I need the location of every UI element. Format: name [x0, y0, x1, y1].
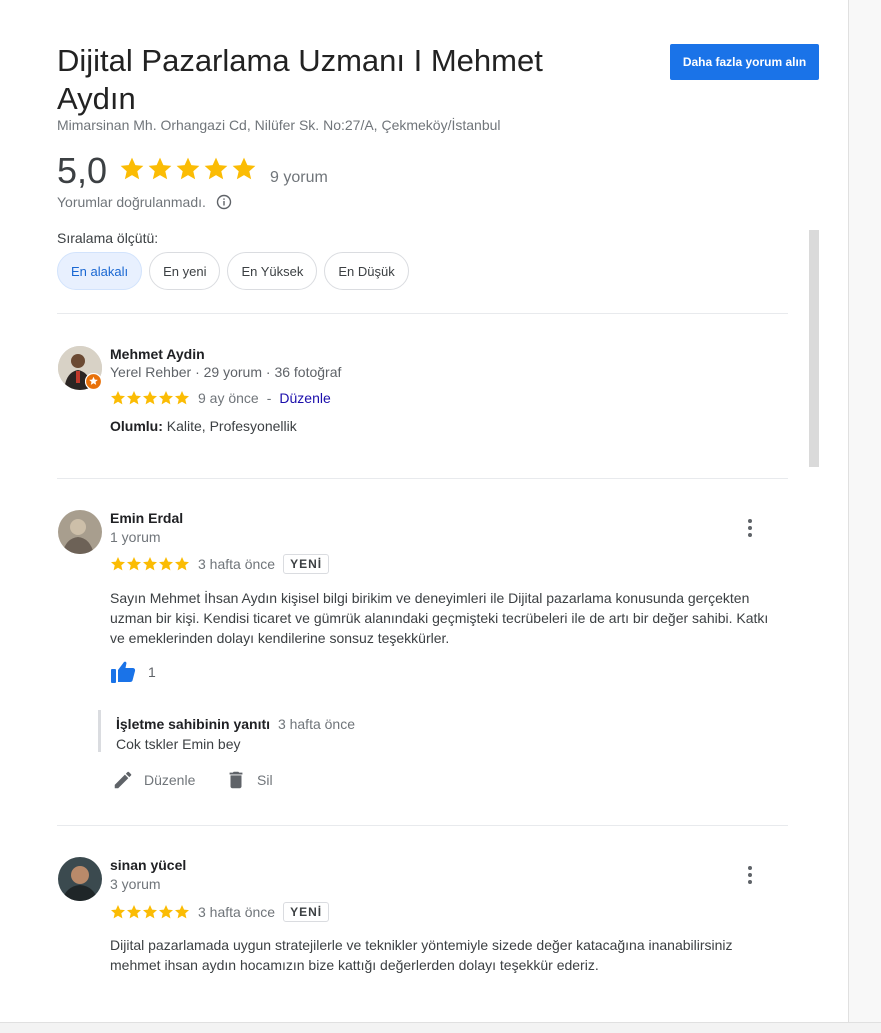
star-icon — [111, 557, 125, 571]
star-icon — [127, 905, 141, 919]
star-icon — [175, 905, 189, 919]
new-badge: YENİ — [283, 902, 330, 922]
star-icon — [159, 391, 173, 405]
like-count: 1 — [148, 664, 156, 680]
review-rating-row: 3 hafta önce YENİ — [110, 554, 330, 574]
review-text: Dijital pazarlamada uygun stratejilerle … — [110, 937, 733, 973]
review-time: 3 hafta önce — [198, 556, 276, 572]
star-icon — [143, 905, 157, 919]
positive-label: Olumlu: — [110, 418, 163, 434]
sort-chip-lowest[interactable]: En Düşük — [324, 252, 409, 290]
review-time: 9 ay önce — [198, 390, 259, 406]
star-icon — [143, 391, 157, 405]
star-icon — [204, 157, 228, 180]
review-time: 3 hafta önce — [198, 904, 276, 920]
info-icon[interactable] — [216, 194, 232, 210]
star-icon — [148, 157, 172, 180]
reviewer-meta: 3 yorum — [110, 876, 161, 892]
positive-value: Kalite, Profesyonellik — [166, 418, 297, 434]
sort-chip-highest[interactable]: En Yüksek — [227, 252, 318, 290]
more-options-icon[interactable] — [740, 516, 760, 540]
review-stars — [110, 904, 190, 920]
review-stars — [110, 390, 190, 406]
review-text: Sayın Mehmet İhsan Aydın kişisel bilgi b… — [110, 590, 769, 646]
star-icon — [111, 391, 125, 405]
avatar[interactable] — [58, 857, 102, 901]
divider — [57, 478, 788, 479]
unverified-text: Yorumlar doğrulanmadı. — [57, 194, 206, 210]
business-address: Mimarsinan Mh. Orhangazi Cd, Nilüfer Sk.… — [57, 117, 501, 133]
rating-score: 5,0 — [57, 150, 108, 191]
owner-reply: İşletme sahibinin yanıtı 3 hafta önce Co… — [98, 710, 516, 752]
unverified-notice: Yorumlar doğrulanmadı. — [57, 194, 232, 210]
reviewer-name[interactable]: sinan yücel — [110, 857, 186, 873]
get-more-reviews-button[interactable]: Daha fazla yorum alın — [670, 44, 819, 80]
star-icon — [120, 157, 144, 180]
review-rating-row: 3 hafta önce YENİ — [110, 902, 330, 922]
star-icon — [175, 557, 189, 571]
owner-reply-text: Cok tskler Emin bey — [116, 736, 241, 752]
window-edge — [848, 0, 881, 1032]
rating-stars — [119, 156, 257, 182]
sort-label: Sıralama ölçütü: — [57, 230, 159, 246]
star-icon — [127, 557, 141, 571]
star-icon — [232, 157, 256, 180]
avatar-photo — [58, 510, 102, 554]
reviewer-name[interactable]: Emin Erdal — [110, 510, 183, 526]
separator: - — [266, 390, 272, 406]
pencil-icon — [114, 771, 132, 789]
delete-reply-button[interactable]: Sil — [225, 769, 273, 791]
reviews-panel: Dijital Pazarlama Uzmanı I Mehmet Aydın … — [0, 0, 848, 1020]
edit-reply-button[interactable]: Düzenle — [112, 769, 195, 791]
divider — [57, 313, 788, 314]
review-rating-row: 9 ay önce - Düzenle — [110, 390, 331, 406]
like-button[interactable]: 1 — [110, 660, 156, 684]
page-title: Dijital Pazarlama Uzmanı I Mehmet Aydın — [57, 43, 543, 116]
star-icon — [111, 905, 125, 919]
star-icon — [159, 557, 173, 571]
window-edge — [0, 1022, 881, 1033]
sort-chips: En alakalı En yeni En Yüksek En Düşük — [57, 252, 409, 290]
edit-label: Düzenle — [144, 772, 196, 788]
avatar[interactable] — [58, 510, 102, 554]
divider — [57, 825, 788, 826]
review-stars — [110, 556, 190, 572]
star-icon — [175, 391, 189, 405]
reviewer-name[interactable]: Mehmet Aydin — [110, 346, 205, 362]
more-options-icon[interactable] — [740, 863, 760, 887]
review-count: 9 yorum — [270, 169, 328, 186]
star-icon — [176, 157, 200, 180]
reviewer-meta: Yerel Rehber · 29 yorum · 36 fotoğraf — [110, 364, 342, 380]
edit-review-link[interactable]: Düzenle — [279, 390, 330, 406]
star-icon — [143, 557, 157, 571]
new-badge: YENİ — [283, 554, 330, 574]
owner-reply-label: İşletme sahibinin yanıtı — [116, 716, 271, 732]
scrollbar-thumb[interactable] — [809, 230, 819, 467]
local-guide-badge-icon — [85, 373, 102, 390]
star-icon — [127, 391, 141, 405]
avatar-photo — [58, 857, 102, 901]
trash-icon — [229, 771, 243, 789]
sort-chip-most-relevant[interactable]: En alakalı — [57, 252, 143, 290]
reviewer-meta: 1 yorum — [110, 529, 161, 545]
review-attributes: Olumlu: Kalite, Profesyonellik — [110, 416, 780, 436]
star-icon — [159, 905, 173, 919]
sort-chip-newest[interactable]: En yeni — [149, 252, 221, 290]
thumbs-up-icon — [111, 661, 136, 683]
delete-label: Sil — [257, 772, 273, 788]
owner-reply-time: 3 hafta önce — [277, 716, 355, 732]
